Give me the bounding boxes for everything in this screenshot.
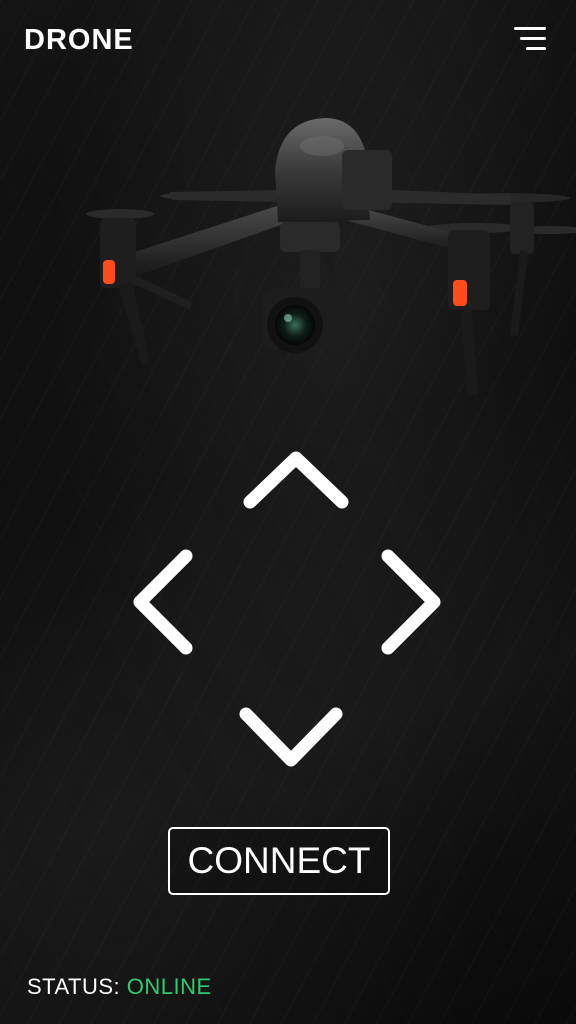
drone-image [86,118,576,395]
chevron-right-icon [381,549,441,655]
move-up-button[interactable] [240,444,352,514]
move-right-button[interactable] [374,546,450,658]
status-label: STATUS: [27,974,121,999]
move-down-button[interactable] [234,700,348,772]
status-indicator: STATUS: ONLINE [27,974,212,1000]
menu-button[interactable] [508,24,550,56]
hamburger-menu-icon [514,27,546,50]
connect-button[interactable]: CONNECT [168,827,390,895]
move-left-button[interactable] [124,546,200,658]
status-value: ONLINE [126,974,212,999]
chevron-up-icon [243,451,349,509]
chevron-left-icon [133,549,193,655]
chevron-down-icon [239,707,343,767]
app-logo: DRONE [24,24,134,56]
